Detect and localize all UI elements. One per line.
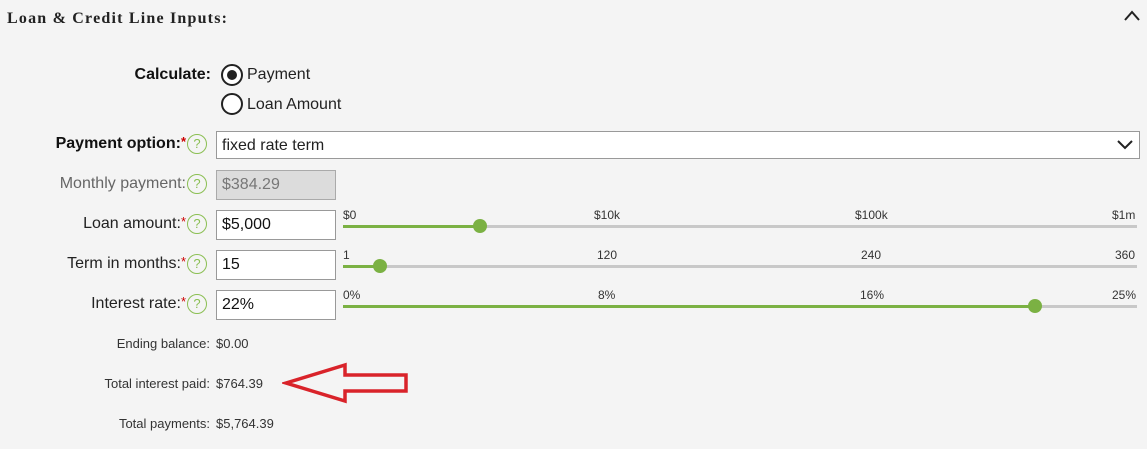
slider-tick-label: 240	[861, 248, 882, 262]
help-icon[interactable]: ?	[187, 214, 207, 234]
payment-option-label: Payment option:*	[55, 134, 186, 152]
interest-rate-input[interactable]	[216, 290, 336, 320]
interest-rate-label: Interest rate:*	[91, 294, 186, 312]
slider-tick-label: 360	[1115, 248, 1136, 262]
calculate-label: Calculate:	[134, 66, 211, 83]
radio-payment-label[interactable]: Payment	[247, 66, 310, 84]
chevron-down-icon	[1117, 140, 1133, 150]
slider-fill	[343, 305, 1036, 308]
ending-balance-value: $0.00	[216, 336, 249, 351]
total-interest-label: Total interest paid:	[104, 376, 210, 391]
slider-tick-label: 25%	[1112, 288, 1137, 302]
ending-balance-label: Ending balance:	[116, 336, 210, 351]
required-mark: *	[180, 294, 186, 309]
term-label: Term in months:*	[67, 254, 186, 272]
radio-payment[interactable]	[221, 64, 243, 86]
slider-thumb[interactable]	[473, 219, 488, 233]
slider-tick-label: $100k	[855, 208, 888, 222]
loan-amount-slider[interactable]	[343, 219, 1137, 233]
radio-loan-amount-label[interactable]: Loan Amount	[247, 96, 341, 114]
collapse-chevron-up-icon[interactable]	[1122, 6, 1142, 26]
slider-thumb[interactable]	[372, 259, 387, 273]
annotation-arrow-icon	[282, 362, 408, 404]
slider-thumb[interactable]	[1028, 299, 1043, 313]
radio-selected-dot	[227, 70, 237, 80]
slider-tick-label: $1m	[1112, 208, 1136, 222]
loan-amount-label: Loan amount:*	[83, 214, 186, 232]
total-payments-value: $5,764.39	[216, 416, 274, 431]
loan-amount-input[interactable]	[216, 210, 336, 240]
help-icon[interactable]: ?	[187, 254, 207, 274]
slider-tick-label: 1	[343, 248, 350, 262]
radio-loan-amount[interactable]	[221, 93, 243, 115]
total-interest-value: $764.39	[216, 376, 263, 391]
slider-tick-label: 8%	[598, 288, 616, 302]
required-mark: *	[180, 134, 186, 149]
term-slider[interactable]	[343, 259, 1137, 273]
help-icon[interactable]: ?	[187, 174, 207, 194]
required-mark: *	[180, 214, 186, 229]
monthly-payment-field	[216, 170, 336, 200]
slider-tick-label: 0%	[343, 288, 361, 302]
payment-option-value: fixed rate term	[222, 137, 325, 154]
slider-fill	[343, 225, 481, 228]
required-mark: *	[180, 254, 186, 269]
payment-option-select[interactable]: fixed rate term	[216, 131, 1140, 159]
help-icon[interactable]: ?	[187, 134, 207, 154]
help-icon[interactable]: ?	[187, 294, 207, 314]
term-input[interactable]	[216, 250, 336, 280]
interest-rate-slider[interactable]	[343, 299, 1137, 313]
slider-tick-label: 16%	[860, 288, 885, 302]
slider-tick-label: 120	[597, 248, 618, 262]
monthly-payment-label: Monthly payment:	[59, 175, 186, 192]
total-payments-label: Total payments:	[118, 416, 210, 431]
section-title: Loan & Credit Line Inputs:	[7, 10, 229, 27]
slider-tick-label: $10k	[594, 208, 621, 222]
slider-tick-label: $0	[343, 208, 357, 222]
